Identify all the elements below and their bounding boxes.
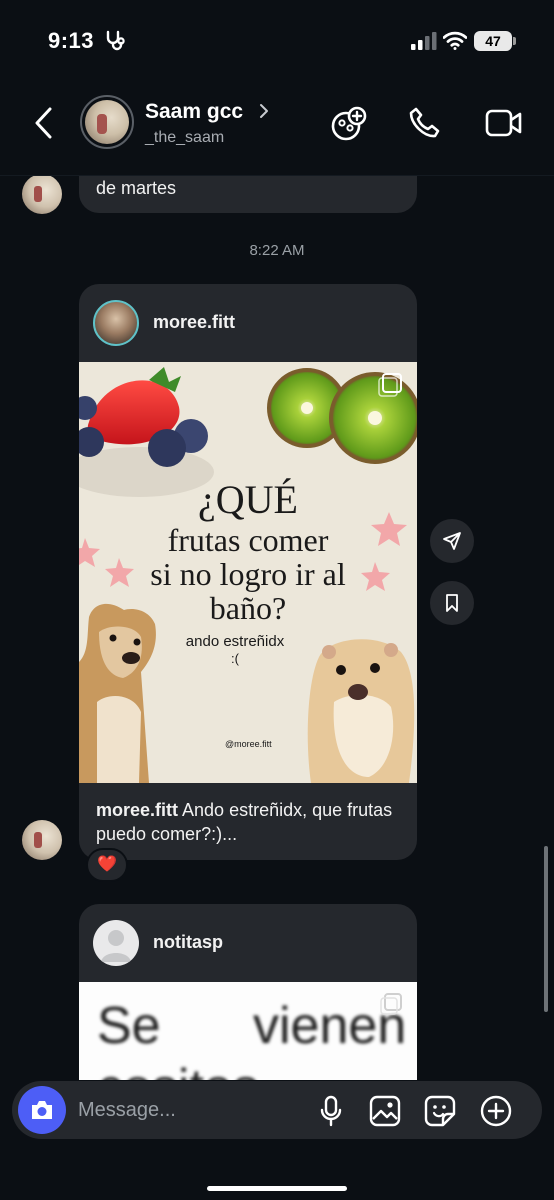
chevron-right-icon[interactable]	[258, 102, 270, 120]
message-bubble[interactable]: de martes	[79, 170, 417, 213]
message-timestamp: 8:22 AM	[249, 242, 305, 259]
sticker-icon[interactable]	[424, 1095, 456, 1127]
message-text: de martes	[96, 178, 177, 198]
home-indicator[interactable]	[207, 1186, 347, 1191]
gallery-icon[interactable]	[369, 1095, 401, 1127]
heart-reaction[interactable]: ❤️	[86, 848, 128, 882]
post-author-username[interactable]: moree.fitt	[153, 312, 235, 333]
post-image-headline: ¿QUÉ	[198, 477, 298, 522]
contact-name[interactable]: Saam gcc	[145, 100, 243, 124]
send-icon	[443, 532, 461, 550]
post-image-handle: @moree.fitt	[225, 739, 272, 749]
contact-avatar[interactable]	[80, 95, 134, 149]
signal-icon	[411, 32, 437, 50]
message-input[interactable]	[78, 1095, 298, 1125]
post-image-line: baño?	[209, 590, 287, 626]
shared-post[interactable]: notitasp Se vienen cositas	[79, 904, 417, 1080]
bookmark-icon	[446, 594, 458, 612]
post-caption[interactable]: moree.fitt Ando estreñidx, que frutas pu…	[96, 798, 406, 846]
sender-avatar[interactable]	[22, 174, 62, 214]
scrollbar[interactable]	[544, 846, 548, 1012]
status-bar: 9:13 47	[0, 0, 554, 80]
phone-icon[interactable]	[407, 106, 441, 140]
sender-avatar[interactable]	[22, 820, 62, 860]
post-caption-username: moree.fitt	[96, 800, 179, 820]
post-image-text: Se	[97, 997, 161, 1055]
multi-photo-icon	[380, 993, 402, 1015]
shared-post[interactable]: moree.fitt ¿QUÉ frutas comer si no logro…	[79, 284, 417, 860]
post-header[interactable]: moree.fitt	[79, 284, 417, 362]
chat-header: Saam gcc _the_saam	[0, 80, 554, 176]
post-author-avatar[interactable]	[93, 300, 139, 346]
status-time: 9:13	[48, 28, 95, 53]
post-author-username[interactable]: notitasp	[153, 932, 223, 953]
contact-username: _the_saam	[145, 129, 225, 146]
plus-icon[interactable]	[480, 1095, 512, 1127]
post-image[interactable]: Se vienen cositas	[79, 982, 417, 1080]
post-header[interactable]: notitasp	[79, 904, 417, 982]
post-image[interactable]: ¿QUÉ frutas comer si no logro ir al baño…	[79, 362, 417, 783]
camera-icon	[32, 1101, 52, 1119]
message-composer	[12, 1081, 542, 1139]
post-image-subtext: ando estreñidx	[185, 633, 285, 650]
share-button[interactable]	[430, 519, 474, 563]
post-image-subtext: :(	[231, 651, 239, 666]
post-image-text: cositas	[97, 1058, 259, 1080]
add-people-icon[interactable]	[330, 106, 368, 142]
stethoscope-icon	[106, 30, 125, 51]
post-image-line: frutas comer	[167, 522, 329, 558]
post-author-avatar[interactable]	[93, 920, 139, 966]
post-image-line: si no logro ir al	[150, 556, 346, 592]
microphone-icon[interactable]	[320, 1095, 342, 1127]
back-chevron-icon[interactable]	[32, 106, 56, 140]
save-button[interactable]	[430, 581, 474, 625]
camera-button[interactable]	[18, 1086, 66, 1134]
video-icon[interactable]	[485, 106, 523, 140]
wifi-icon	[443, 31, 467, 50]
battery-icon: 47	[474, 31, 516, 51]
